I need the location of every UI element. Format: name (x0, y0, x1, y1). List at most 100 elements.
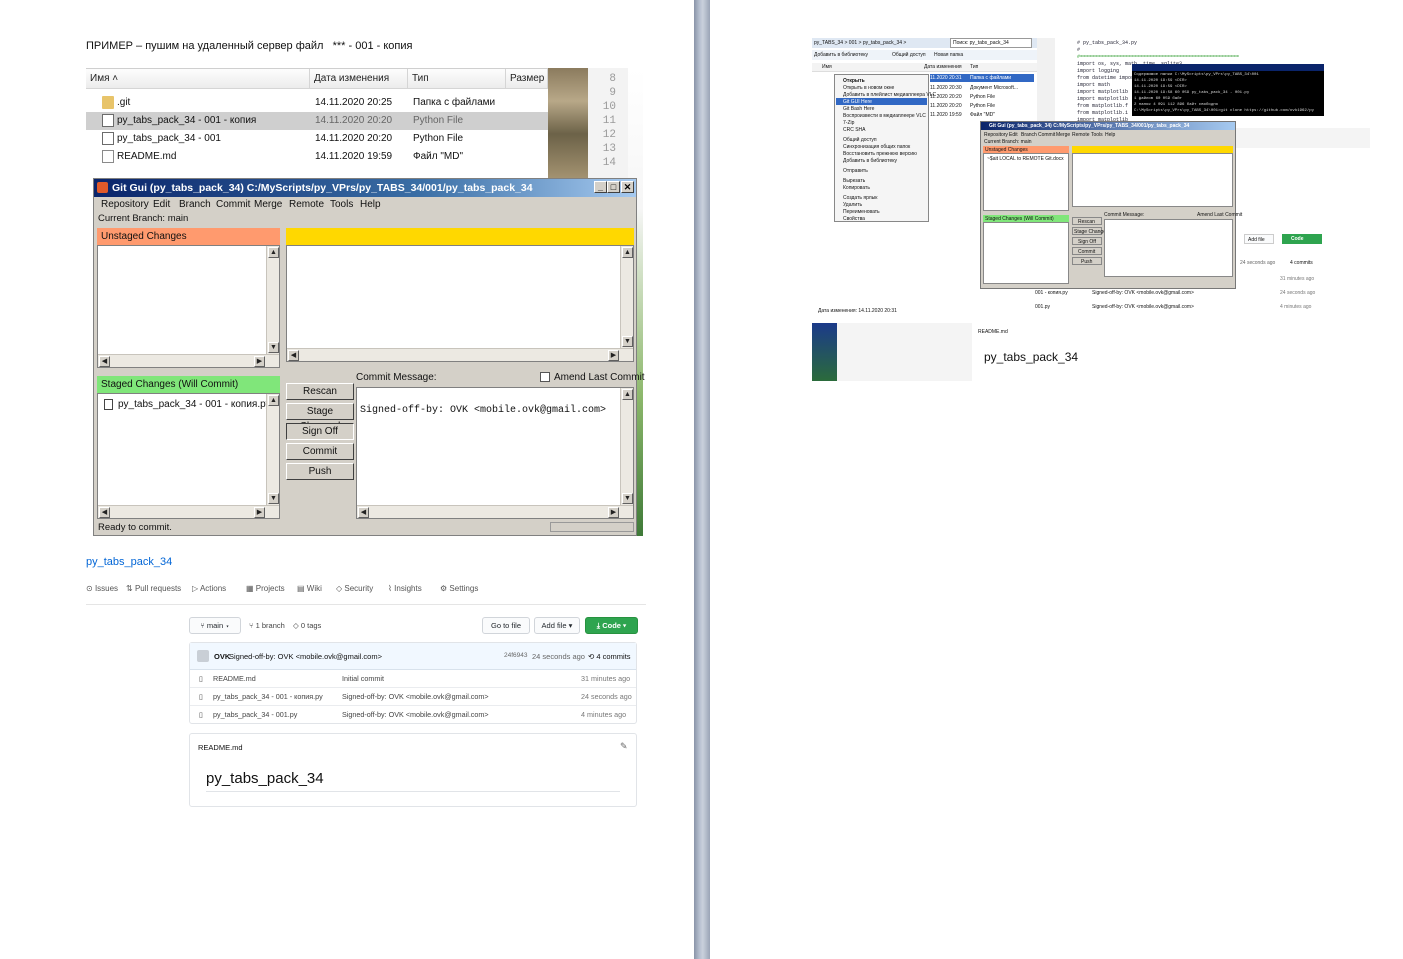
scroll-up-icon[interactable]: ▲ (268, 247, 279, 258)
tab-issues[interactable]: ⊙ Issues (86, 584, 118, 593)
background-photo-strip (548, 68, 588, 178)
rescan-button[interactable]: Rescan (286, 383, 354, 400)
branches-link[interactable]: ⑂ 1 branch (249, 621, 285, 630)
scroll-left-icon[interactable]: ◀ (358, 507, 369, 518)
scroll-left-icon[interactable]: ◀ (288, 350, 299, 361)
horizontal-scrollbar[interactable]: ◀ ▶ (98, 354, 279, 367)
maximize-button[interactable]: □ (607, 181, 620, 193)
vertical-scrollbar[interactable]: ▲ ▼ (620, 246, 633, 348)
amend-checkbox[interactable] (540, 372, 550, 382)
staged-file[interactable]: py_tabs_pack_34 - 001 - копия.py (118, 399, 271, 410)
scroll-down-icon[interactable]: ▼ (268, 493, 279, 504)
file-row-selected[interactable]: py_tabs_pack_34 - 001 - копия 14.11.2020… (86, 112, 548, 130)
column-name[interactable]: Имя ˄ (86, 69, 310, 89)
scroll-right-icon[interactable]: ▶ (608, 507, 619, 518)
staged-list[interactable]: py_tabs_pack_34 - 001 - копия.py ▲ ▼ ◀ ▶ (97, 393, 280, 519)
wiki-icon: ▤ (297, 584, 307, 593)
commit-message-text: Signed-off-by: OVK <mobile.ovk@gmail.com… (360, 405, 607, 416)
editor-line-numbers: 8 9 10 11 12 13 14 (588, 68, 628, 178)
table-row[interactable]: ▯ py_tabs_pack_34 - 001.py Signed-off-by… (190, 705, 636, 723)
status-bar: Ready to commit. (94, 520, 636, 535)
scroll-up-icon[interactable]: ▲ (622, 389, 633, 400)
push-button[interactable]: Push (286, 463, 354, 480)
scroll-right-icon[interactable]: ▶ (608, 350, 619, 361)
latest-commit-bar: OVK Signed-off-by: OVK <mobile.ovk@gmail… (190, 643, 636, 670)
menu-edit[interactable]: Edit (153, 199, 170, 210)
file-row[interactable]: py_tabs_pack_34 - 001 14.11.2020 20:20 P… (86, 130, 548, 148)
scroll-left-icon[interactable]: ◀ (99, 507, 110, 518)
thumb-search-box[interactable]: Поиск: py_tabs_pack_34 (950, 38, 1032, 48)
unstaged-list[interactable]: ▲ ▼ ◀ ▶ (97, 245, 280, 368)
commit-author[interactable]: OVK (214, 652, 230, 661)
readme-label: README.md (198, 743, 243, 752)
tags-link[interactable]: ◇ 0 tags (293, 621, 321, 630)
menu-merge[interactable]: Merge (254, 199, 282, 210)
horizontal-scrollbar[interactable]: ◀ ▶ (98, 505, 279, 518)
diff-header (286, 228, 634, 245)
readme-box: README.md ✎ py_tabs_pack_34 (189, 733, 637, 807)
tag-icon: ◇ (293, 621, 301, 630)
column-size[interactable]: Размер (506, 69, 548, 89)
menu-repository[interactable]: Repository (101, 199, 149, 210)
scroll-right-icon[interactable]: ▶ (254, 356, 265, 367)
sign-off-button[interactable]: Sign Off (286, 423, 354, 440)
folder-icon (102, 96, 114, 109)
table-row[interactable]: ▯ README.md Initial commit 31 minutes ag… (190, 669, 636, 688)
tab-insights[interactable]: ⌇ Insights (388, 584, 422, 593)
horizontal-scrollbar[interactable]: ◀ ▶ (357, 505, 633, 518)
column-date[interactable]: Дата изменения (310, 69, 408, 89)
file-explorer: Имя ˄ Дата изменения Тип Размер .git 14.… (86, 68, 548, 179)
issues-icon: ⊙ (86, 584, 95, 593)
tab-pull-requests[interactable]: ⇅ Pull requests (126, 584, 181, 593)
gear-icon: ⚙ (440, 584, 450, 593)
scroll-up-icon[interactable]: ▲ (622, 247, 633, 258)
commit-sha[interactable]: 24f6943 (504, 652, 528, 659)
menu-branch[interactable]: Branch (179, 199, 211, 210)
sort-up-icon: ˄ (112, 73, 119, 84)
commit-message[interactable]: Signed-off-by: OVK <mobile.ovk@gmail.com… (229, 652, 382, 661)
git-gui-titlebar[interactable]: Git Gui (py_tabs_pack_34) C:/MyScripts/p… (94, 179, 636, 197)
edit-pencil-icon[interactable]: ✎ (620, 741, 628, 752)
add-file-button[interactable]: Add file ▾ (534, 617, 580, 634)
file-row[interactable]: .git 14.11.2020 20:25 Папка с файлами (86, 94, 548, 112)
menu-commit[interactable]: Commit (216, 199, 250, 210)
thumb-console: Содержимое папки C:\MyScripts\py_VPrs\py… (1132, 64, 1324, 116)
staged-header: Staged Changes (Will Commit) (97, 376, 280, 393)
commit-button[interactable]: Commit (286, 443, 354, 460)
column-type[interactable]: Тип (408, 69, 506, 89)
close-button[interactable]: ✕ (621, 181, 634, 193)
tab-settings[interactable]: ⚙ Settings (440, 584, 478, 593)
diff-pane[interactable]: ▲ ▼ ◀ ▶ (286, 245, 634, 362)
scroll-down-icon[interactable]: ▼ (268, 342, 279, 353)
code-button[interactable]: ⤓ Code ▾ (585, 617, 638, 634)
file-row[interactable]: README.md 14.11.2020 19:59 Файл "MD" (86, 148, 548, 166)
current-branch-label: Current Branch: main (98, 213, 189, 224)
scroll-down-icon[interactable]: ▼ (622, 493, 633, 504)
tab-actions[interactable]: ▷ Actions (192, 584, 226, 593)
vertical-scrollbar[interactable]: ▲ ▼ (266, 394, 279, 505)
menu-tools[interactable]: Tools (330, 199, 353, 210)
stage-changed-button[interactable]: Stage Changed (286, 403, 354, 432)
menu-remote[interactable]: Remote (289, 199, 324, 210)
minimize-button[interactable]: _ (594, 181, 607, 193)
git-gui-window: Git Gui (py_tabs_pack_34) C:/MyScripts/p… (93, 178, 645, 536)
scroll-up-icon[interactable]: ▲ (268, 395, 279, 406)
menu-help[interactable]: Help (360, 199, 381, 210)
table-row[interactable]: ▯ py_tabs_pack_34 - 001 - копия.py Signe… (190, 687, 636, 706)
repo-name[interactable]: py_tabs_pack_34 (86, 556, 172, 568)
scroll-left-icon[interactable]: ◀ (99, 356, 110, 367)
tab-projects[interactable]: ▦ Projects (246, 584, 285, 593)
branch-select-button[interactable]: ⑂ main ▾ (189, 617, 241, 634)
scroll-down-icon[interactable]: ▼ (622, 336, 633, 347)
tab-security[interactable]: ◇ Security (336, 584, 373, 593)
scroll-right-icon[interactable]: ▶ (254, 507, 265, 518)
horizontal-scrollbar[interactable]: ◀ ▶ (287, 348, 633, 361)
vertical-scrollbar[interactable]: ▲ ▼ (266, 246, 279, 354)
vertical-scrollbar[interactable]: ▲ ▼ (620, 388, 633, 505)
python-file-icon (102, 114, 114, 127)
go-to-file-button[interactable]: Go to file (482, 617, 530, 634)
tab-wiki[interactable]: ▤ Wiki (297, 584, 322, 593)
commit-message-input[interactable]: Signed-off-by: OVK <mobile.ovk@gmail.com… (356, 387, 634, 519)
desktop-wallpaper (812, 323, 837, 381)
commits-link[interactable]: ⟲ 4 commits (588, 652, 631, 661)
